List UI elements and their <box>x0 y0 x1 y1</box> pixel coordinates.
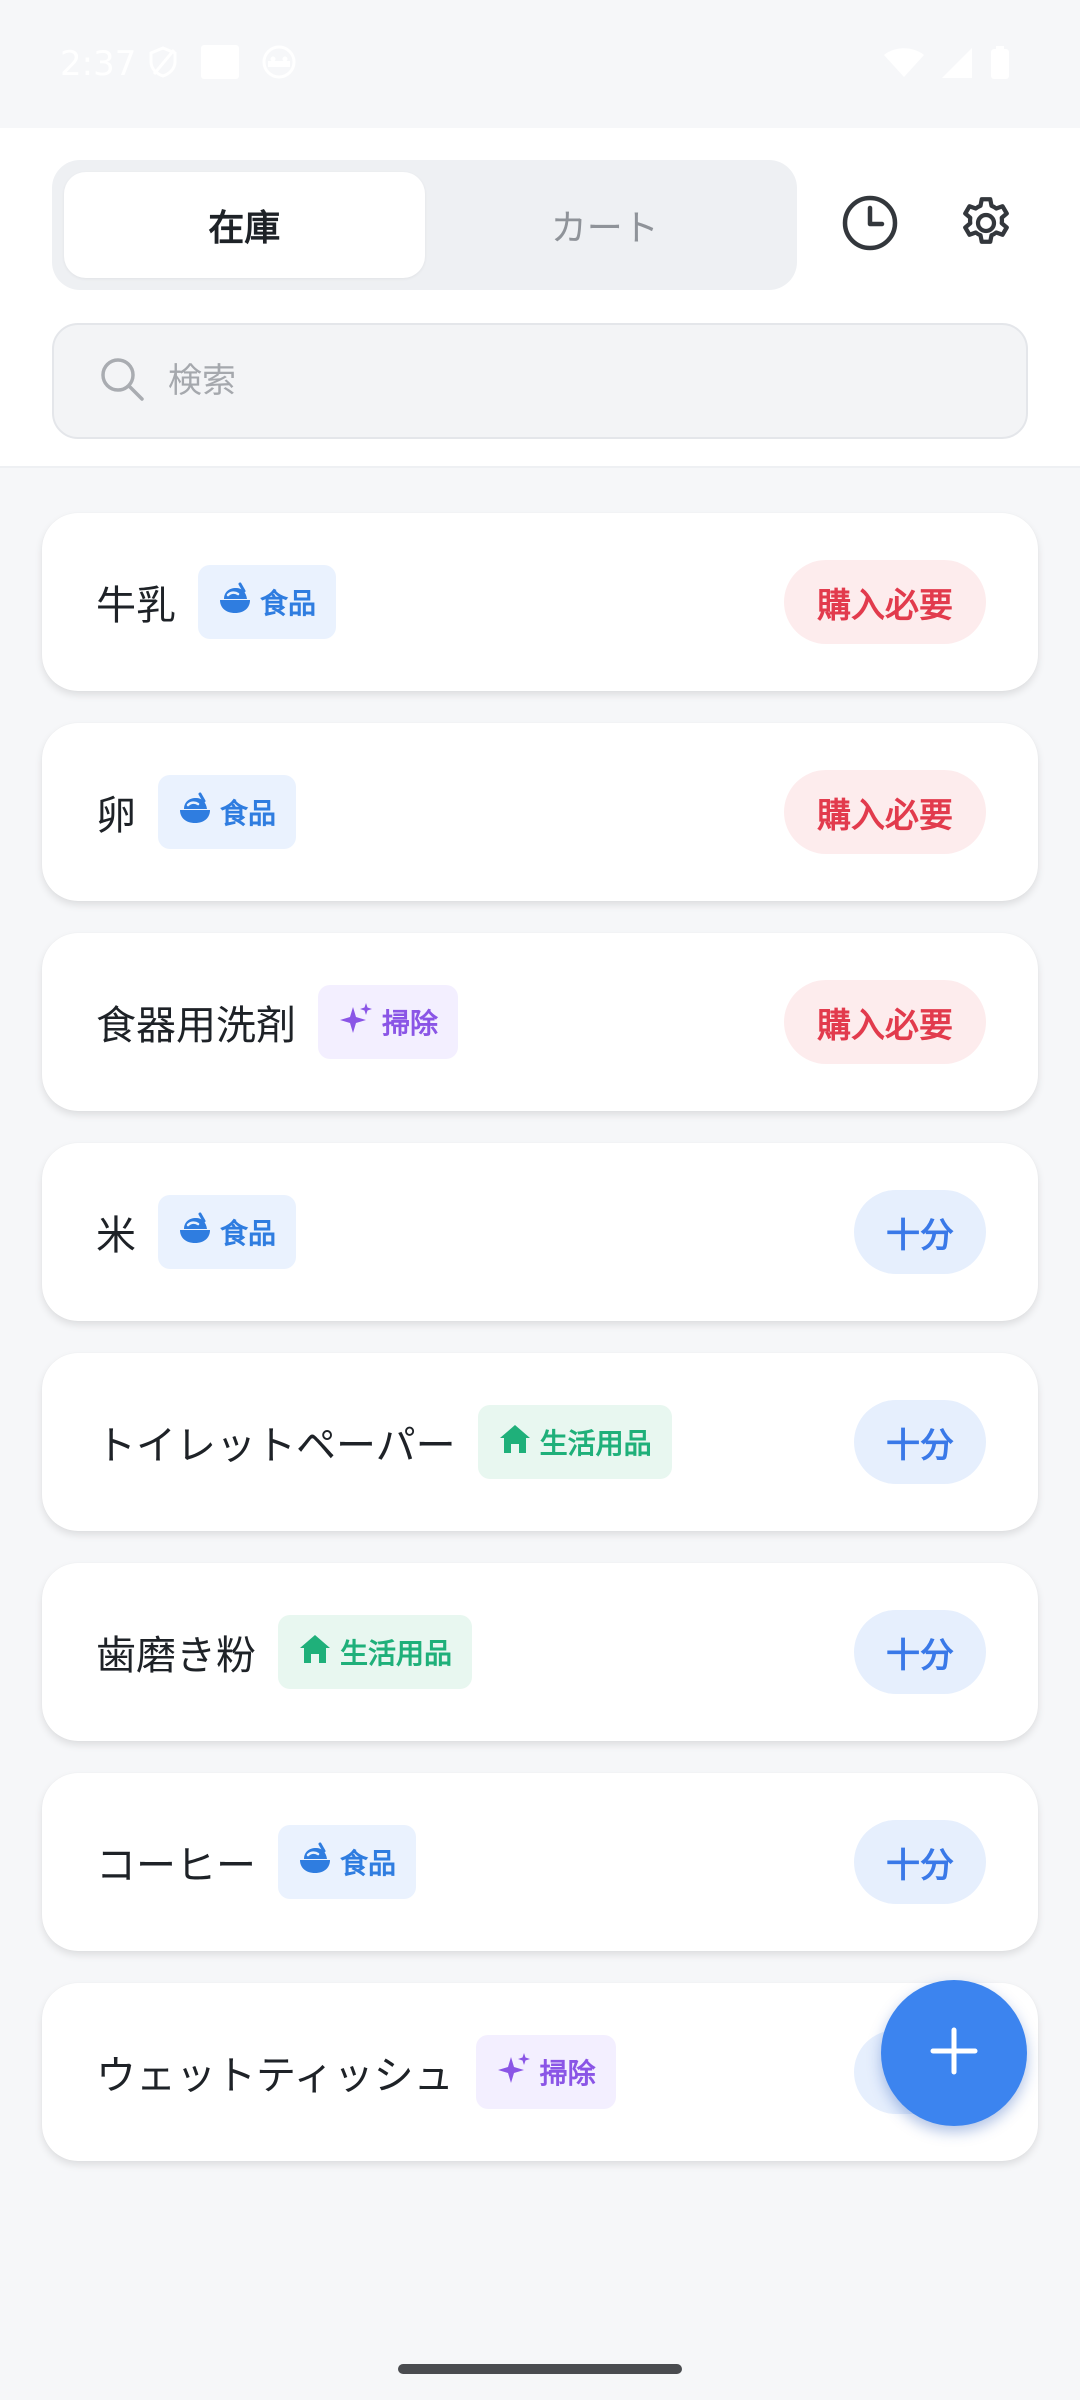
item-name: 米 <box>96 1213 136 1259</box>
clock-icon <box>841 194 899 256</box>
tab-cart[interactable]: カート <box>425 172 786 278</box>
status-badge[interactable]: 購入必要 <box>784 980 986 1064</box>
category-tag: 生活用品 <box>278 1615 473 1689</box>
signal-icon <box>942 48 972 82</box>
status-badge[interactable]: 購入必要 <box>784 560 986 644</box>
status-badge[interactable]: 十分 <box>854 1610 986 1694</box>
category-tag: 食品 <box>158 1195 297 1269</box>
notification-square-icon <box>200 44 240 84</box>
wifi-icon <box>884 48 924 82</box>
list-item[interactable]: トイレットペーパー 生活用品 十分 <box>42 1353 1038 1531</box>
sparkle-icon <box>496 2051 532 2094</box>
plus-icon <box>929 2026 979 2080</box>
house-icon <box>498 1422 532 1463</box>
category-label: 食品 <box>220 797 277 830</box>
category-label: 食品 <box>260 587 317 620</box>
status-left-icons <box>148 44 296 84</box>
status-badge[interactable]: 十分 <box>854 1820 986 1904</box>
list-item[interactable]: 米 食品 十分 <box>42 1143 1038 1321</box>
gear-icon <box>956 193 1016 257</box>
category-label: 掃除 <box>382 1007 439 1040</box>
category-label: 掃除 <box>539 2057 596 2090</box>
food-bowl-icon <box>178 792 212 833</box>
status-badge[interactable]: 十分 <box>854 1400 986 1484</box>
food-bowl-icon <box>298 1842 332 1883</box>
settings-button[interactable] <box>951 190 1021 260</box>
category-label: 生活用品 <box>539 1427 652 1460</box>
category-tag: 掃除 <box>318 985 459 1059</box>
food-bowl-icon <box>178 1212 212 1253</box>
list-item[interactable]: 卵 食品 購入必要 <box>42 723 1038 901</box>
status-badge[interactable]: 購入必要 <box>784 770 986 854</box>
status-bar: 2:37 <box>0 0 1080 128</box>
category-label: 食品 <box>220 1217 277 1250</box>
category-label: 食品 <box>340 1847 397 1880</box>
sparkle-icon <box>338 1001 374 1044</box>
status-right-icons <box>884 46 1010 84</box>
shield-icon <box>148 46 178 82</box>
category-label: 生活用品 <box>340 1637 453 1670</box>
history-button[interactable] <box>835 190 905 260</box>
category-tag: 食品 <box>198 565 337 639</box>
add-item-button[interactable] <box>881 1980 1027 2126</box>
list-item[interactable]: コーヒー 食品 十分 <box>42 1773 1038 1951</box>
home-indicator[interactable] <box>398 2364 682 2374</box>
status-badge[interactable]: 十分 <box>854 1190 986 1274</box>
item-name: ウェットティッシュ <box>96 2053 454 2099</box>
food-bowl-icon <box>218 582 252 623</box>
item-name: 牛乳 <box>96 583 176 629</box>
category-tag: 食品 <box>158 775 297 849</box>
category-tag: 掃除 <box>475 2035 616 2109</box>
category-tag: 生活用品 <box>477 1405 672 1479</box>
item-name: 卵 <box>96 793 136 839</box>
battery-icon <box>990 46 1010 84</box>
item-name: トイレットペーパー <box>96 1423 456 1469</box>
search-bar[interactable] <box>52 323 1028 439</box>
tab-inventory[interactable]: 在庫 <box>64 172 425 278</box>
search-icon <box>98 355 146 407</box>
segmented-tabs: 在庫 カート <box>52 160 797 290</box>
face-icon <box>262 45 296 83</box>
item-name: 食器用洗剤 <box>96 1003 296 1049</box>
item-name: 歯磨き粉 <box>96 1633 256 1679</box>
house-icon <box>298 1632 332 1673</box>
app-header: 在庫 カート <box>0 128 1080 468</box>
item-name: コーヒー <box>96 1843 256 1889</box>
list-item[interactable]: 牛乳 食品 購入必要 <box>42 513 1038 691</box>
category-tag: 食品 <box>278 1825 417 1899</box>
status-time: 2:37 <box>60 44 137 84</box>
list-item[interactable]: 食器用洗剤 掃除 購入必要 <box>42 933 1038 1111</box>
list-item[interactable]: 歯磨き粉 生活用品 十分 <box>42 1563 1038 1741</box>
search-input[interactable] <box>168 361 968 401</box>
